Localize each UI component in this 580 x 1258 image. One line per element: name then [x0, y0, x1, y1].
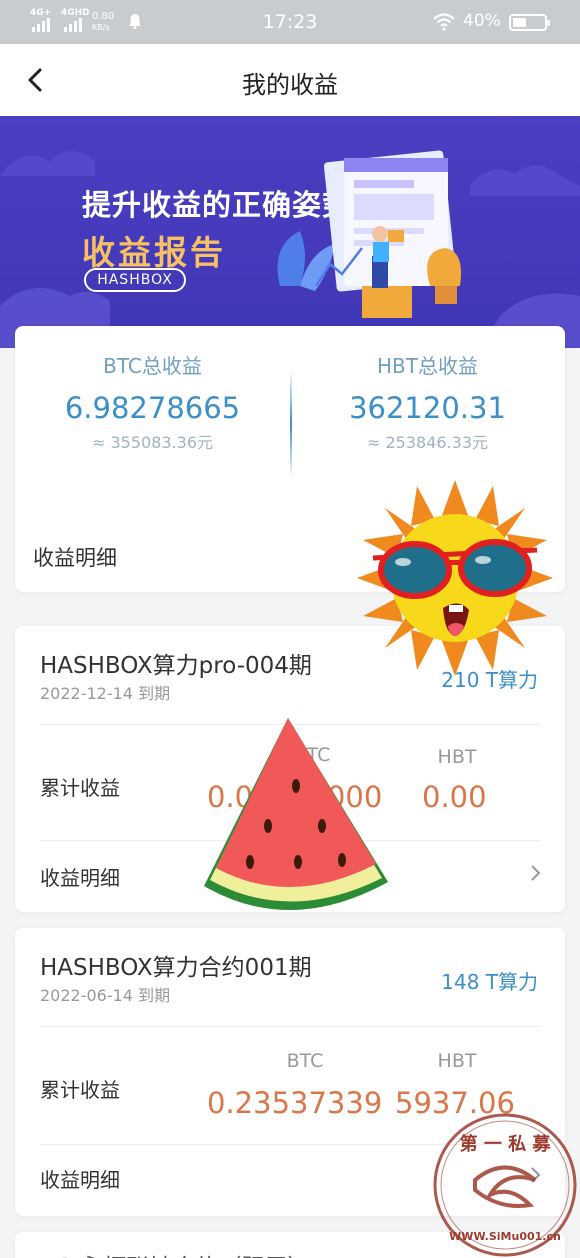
hbt-label: HBT — [437, 1050, 477, 1072]
summary-detail-link[interactable]: 收益明细 — [33, 542, 117, 572]
hbt-total-label: HBT总收益 — [377, 354, 478, 378]
nav-bar: 我的收益 — [0, 44, 580, 116]
report-illustration-icon — [277, 150, 461, 318]
btc-amount: 0.23537339 — [207, 1086, 383, 1120]
btc-total-column: BTC总收益 6.98278665 ≈ 355083.36元 — [15, 350, 290, 453]
accumulated-label: 累计收益 — [40, 776, 120, 800]
battery-icon — [509, 14, 550, 31]
hbt-amount: 0.00 — [422, 780, 487, 814]
order-due-date: 2022-06-14 到期 — [40, 986, 171, 1005]
order-due-date: 2022-12-14 到期 — [40, 684, 171, 703]
hbt-total-column: HBT总收益 362120.31 ≈ 253846.33元 — [290, 350, 565, 453]
watermelon-sticker-icon — [204, 718, 388, 911]
accumulated-label: 累计收益 — [40, 1078, 120, 1102]
wifi-icon — [433, 13, 455, 31]
battery-percent: 40% — [463, 11, 501, 31]
order-detail-link[interactable]: 收益明细 — [40, 862, 120, 891]
hbt-total-cny: ≈ 253846.33元 — [366, 433, 489, 452]
hbt-label: HBT — [437, 746, 477, 768]
btc-total-value: 6.98278665 — [64, 391, 241, 425]
order-detail-link[interactable]: 收益明细 — [40, 1164, 120, 1193]
btc-label: BTC — [286, 1050, 324, 1072]
order-name: BG 永恒联姑合约（阴层） — [40, 1248, 311, 1258]
promo-banner[interactable]: 提升收益的正确姿势 收益报告 HASHBOX — [0, 116, 580, 348]
order-hashpower: 148 T算力 — [441, 970, 538, 994]
watermark-stamp-icon: 第 一 私 募 WWW.SiMu001.cn — [433, 1113, 577, 1257]
chevron-right-icon[interactable] — [527, 864, 543, 882]
svg-text:第 一 私 募: 第 一 私 募 — [460, 1133, 552, 1155]
banner-brand-tag: HASHBOX — [84, 268, 186, 292]
order-name: HASHBOX算力合约001期 — [40, 955, 312, 981]
sun-sticker-icon — [357, 480, 553, 676]
order-name: HASHBOX算力pro-004期 — [40, 653, 312, 679]
svg-text:WWW.SiMu001.cn: WWW.SiMu001.cn — [449, 1230, 561, 1243]
btc-total-label: BTC总收益 — [103, 354, 202, 378]
hbt-total-value: 362120.31 — [349, 391, 506, 425]
status-bar: 4G+ 4GHD 0.80 KB/s 17:23 40% — [0, 0, 580, 44]
btc-total-cny: ≈ 355083.36元 — [91, 433, 214, 452]
banner-subhead: 收益报告 — [82, 233, 226, 272]
page-title: 我的收益 — [242, 71, 338, 99]
divider — [40, 1026, 540, 1027]
